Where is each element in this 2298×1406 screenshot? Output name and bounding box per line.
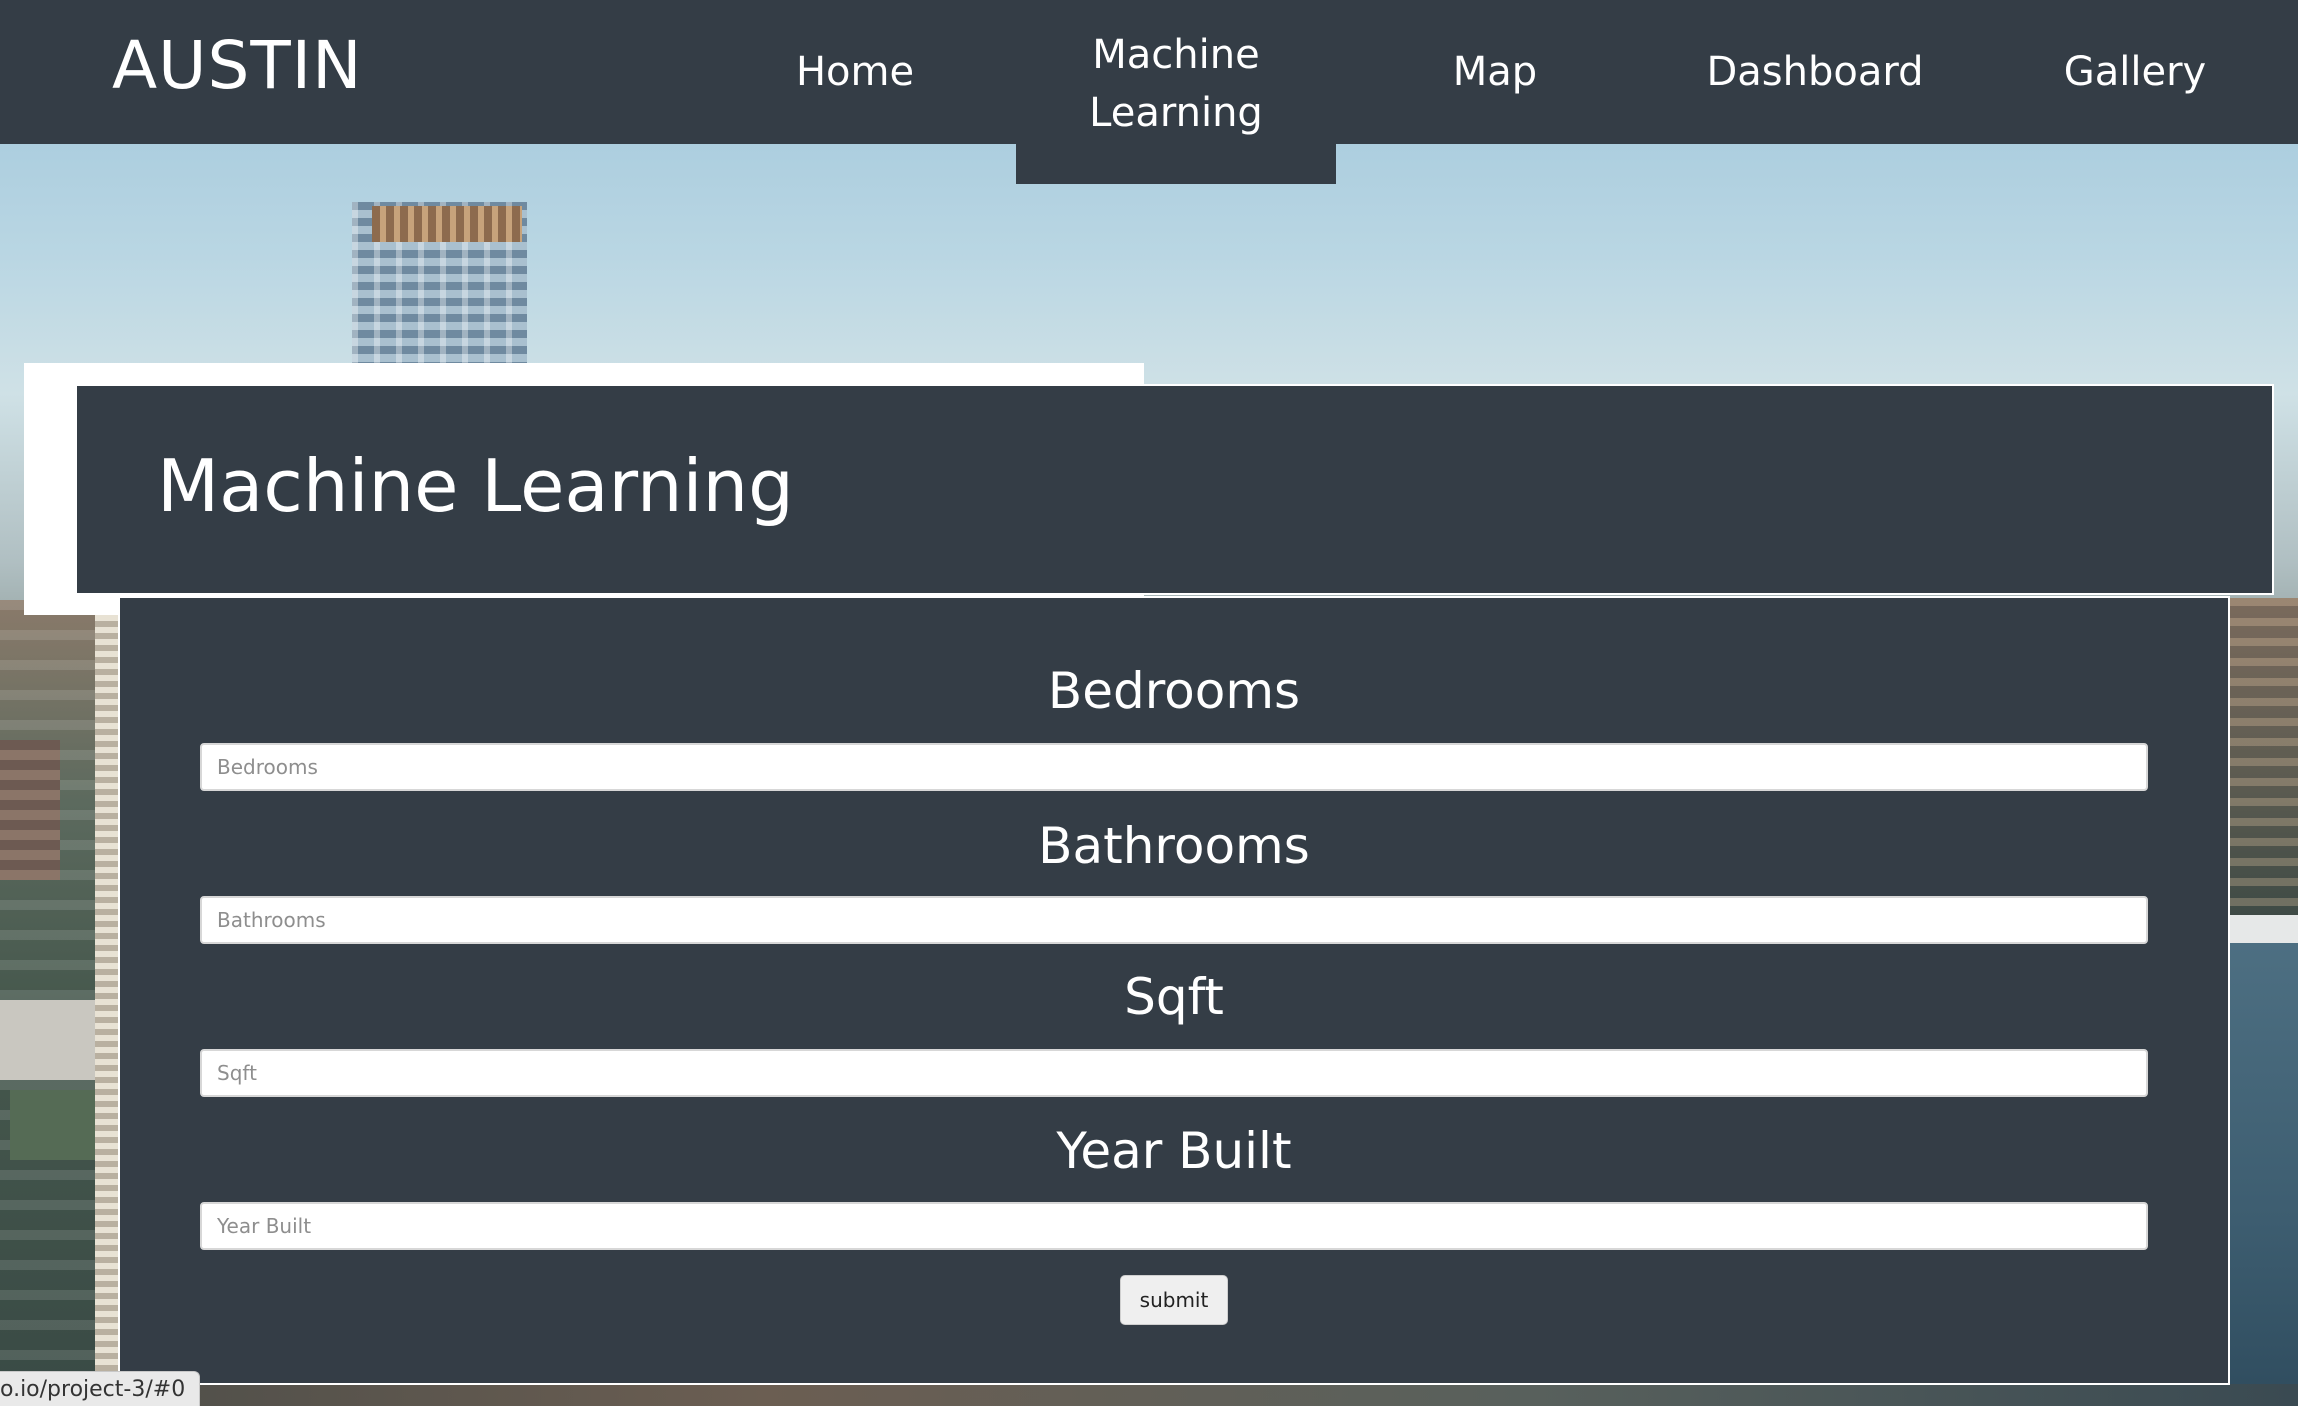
bathrooms-input[interactable] [200,896,2148,944]
skyline-building [0,740,60,880]
sqft-input[interactable] [200,1049,2148,1097]
brand-logo[interactable]: AUSTIN [112,22,363,110]
nav-item-home[interactable]: Home [760,0,950,144]
nav-item-machine-learning[interactable]: Machine Learning [1016,0,1336,184]
skyline-bottom [0,1384,2298,1406]
sqft-label: Sqft [1124,968,1224,1026]
page-title: Machine Learning [157,444,794,528]
river-water [2228,943,2298,1406]
skyline-building [95,615,119,1395]
skyline-tower-crown [372,206,522,242]
prediction-form: Bedrooms Bathrooms Sqft Year Built submi… [118,596,2230,1385]
year-built-label: Year Built [1056,1122,1292,1180]
nav-item-dashboard[interactable]: Dashboard [1680,0,1950,144]
year-built-input[interactable] [200,1202,2148,1250]
submit-button[interactable]: submit [1120,1275,1228,1325]
nav-item-map[interactable]: Map [1400,0,1590,144]
bedrooms-input[interactable] [200,743,2148,791]
status-bar-url: o.io/project-3/#0 [0,1371,201,1406]
skyline-right-buildings [2228,598,2298,918]
skyline-bridge [2228,915,2298,943]
bedrooms-label: Bedrooms [1047,662,1301,720]
page-header: Machine Learning [75,384,2274,595]
nav-item-gallery[interactable]: Gallery [2040,0,2230,144]
top-navbar: AUSTIN Home Machine Learning Map Dashboa… [0,0,2298,184]
bathrooms-label: Bathrooms [1038,817,1310,875]
